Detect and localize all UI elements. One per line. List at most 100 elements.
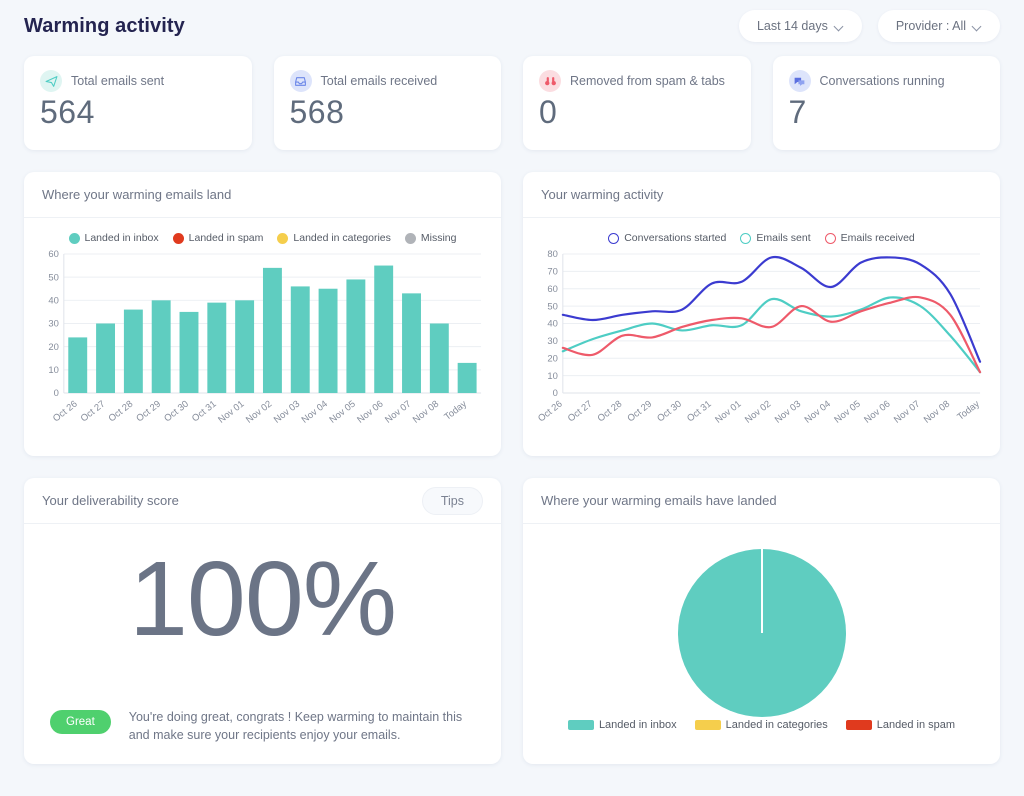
svg-text:60: 60 bbox=[547, 283, 557, 294]
line-chart-svg: 0 10 20 30 40 50 60 70 80 Oct 26 Oct 27 Oct 28 Oct 2… bbox=[537, 248, 982, 425]
legend-item[interactable]: Landed in categories bbox=[694, 719, 828, 731]
bar[interactable] bbox=[429, 323, 449, 394]
svg-text:Oct 26: Oct 26 bbox=[50, 398, 79, 424]
score-body: 100% Great You're doing great, congrats … bbox=[24, 524, 501, 764]
svg-text:Nov 01: Nov 01 bbox=[713, 398, 743, 425]
pie-chart-svg bbox=[677, 549, 846, 717]
svg-text:30: 30 bbox=[48, 318, 58, 329]
tips-button[interactable]: Tips bbox=[421, 486, 483, 515]
panel-warming-activity: Your warming activity Conversations star… bbox=[523, 172, 1000, 456]
bar[interactable] bbox=[96, 323, 116, 394]
bar[interactable] bbox=[318, 288, 338, 394]
pie-chart-legend: Landed in inbox Landed in categories Lande… bbox=[567, 719, 955, 747]
legend-item[interactable]: Missing bbox=[404, 232, 457, 244]
svg-text:20: 20 bbox=[48, 341, 58, 352]
svg-text:Nov 05: Nov 05 bbox=[327, 398, 357, 425]
svg-text:Nov 03: Nov 03 bbox=[772, 398, 802, 425]
chevron-down-icon bbox=[835, 22, 844, 31]
bar[interactable] bbox=[68, 337, 88, 394]
stat-value: 0 bbox=[539, 94, 558, 130]
svg-text:Today: Today bbox=[955, 398, 982, 422]
status-badge: Great bbox=[50, 709, 111, 734]
line-series[interactable] bbox=[561, 295, 982, 374]
score-footer: Great You're doing great, congrats ! Kee… bbox=[24, 708, 501, 764]
legend-item[interactable]: Emails sent bbox=[740, 232, 811, 244]
svg-text:40: 40 bbox=[547, 318, 557, 329]
svg-text:Oct 27: Oct 27 bbox=[78, 398, 107, 424]
stat-head: Total emails sent bbox=[40, 70, 236, 92]
page-title: Warming activity bbox=[24, 14, 185, 37]
legend-item[interactable]: Landed in inbox bbox=[68, 232, 159, 244]
panel-deliverability-score: Your deliverability score Tips 100% Grea… bbox=[24, 478, 501, 764]
charts-row-bottom: Your deliverability score Tips 100% Grea… bbox=[24, 478, 1000, 764]
deliverability-score-value: 100% bbox=[128, 540, 397, 658]
bar-chart-legend: Landed in inbox Landed in spam Landed in c… bbox=[38, 228, 487, 244]
legend-item[interactable]: Emails received bbox=[824, 232, 915, 244]
legend-item[interactable]: Conversations started bbox=[608, 232, 726, 244]
panel-emails-landed: Where your warming emails have landed La… bbox=[523, 478, 1000, 764]
legend-color-ring bbox=[608, 232, 620, 244]
svg-text:Oct 29: Oct 29 bbox=[134, 398, 163, 424]
legend-item[interactable]: Landed in spam bbox=[172, 232, 263, 244]
svg-text:Nov 08: Nov 08 bbox=[410, 398, 440, 425]
bar[interactable] bbox=[123, 309, 143, 394]
legend-item[interactable]: Landed in spam bbox=[845, 719, 955, 731]
chat-bubbles-icon bbox=[788, 70, 811, 92]
legend-label: Landed in categories bbox=[293, 232, 391, 244]
panel-header: Your deliverability score Tips bbox=[24, 478, 501, 524]
header-filters: Last 14 days Provider : All bbox=[738, 10, 1000, 42]
svg-text:40: 40 bbox=[48, 294, 58, 305]
stat-card-conversations-running: Conversations running 7 bbox=[772, 56, 1000, 150]
stat-value: 568 bbox=[289, 94, 345, 130]
bar[interactable] bbox=[290, 286, 310, 394]
legend-color-swatch bbox=[567, 720, 594, 730]
panel-where-emails-land: Where your warming emails land Landed in… bbox=[24, 172, 501, 456]
svg-text:Oct 28: Oct 28 bbox=[106, 398, 135, 424]
svg-text:Nov 07: Nov 07 bbox=[382, 398, 412, 425]
provider-filter[interactable]: Provider : All bbox=[877, 10, 1000, 42]
legend-label: Landed in inbox bbox=[84, 232, 159, 244]
score-message: You're doing great, congrats ! Keep warm… bbox=[128, 709, 463, 742]
svg-text:Oct 31: Oct 31 bbox=[684, 398, 713, 424]
bar[interactable] bbox=[207, 302, 227, 394]
legend-color-dot bbox=[68, 232, 80, 244]
charts-row-top: Where your warming emails land Landed in… bbox=[24, 172, 1000, 456]
line-series[interactable] bbox=[561, 255, 982, 363]
svg-text:Nov 01: Nov 01 bbox=[216, 398, 246, 425]
svg-text:10: 10 bbox=[48, 364, 58, 375]
bar[interactable] bbox=[179, 311, 199, 394]
line-chart-legend: Conversations started Emails sent Emails r… bbox=[537, 228, 986, 244]
bar[interactable] bbox=[151, 300, 171, 394]
bar[interactable] bbox=[402, 293, 421, 394]
date-range-filter[interactable]: Last 14 days bbox=[738, 10, 862, 42]
panel-body: Conversations started Emails sent Emails r… bbox=[523, 218, 1000, 456]
legend-label: Emails received bbox=[840, 232, 915, 244]
svg-text:Nov 03: Nov 03 bbox=[271, 398, 301, 425]
bar[interactable] bbox=[346, 279, 366, 394]
bar[interactable] bbox=[374, 265, 394, 394]
svg-text:Nov 07: Nov 07 bbox=[891, 398, 921, 425]
panel-body: Landed in inbox Landed in spam Landed in c… bbox=[24, 218, 501, 456]
svg-text:Nov 02: Nov 02 bbox=[243, 398, 273, 425]
legend-label: Missing bbox=[420, 232, 457, 244]
chevron-down-icon bbox=[973, 22, 982, 31]
legend-label: Emails sent bbox=[756, 232, 811, 244]
svg-text:50: 50 bbox=[547, 300, 557, 311]
stat-value: 564 bbox=[40, 94, 95, 130]
svg-text:Oct 27: Oct 27 bbox=[565, 398, 594, 424]
legend-item[interactable]: Landed in categories bbox=[277, 232, 391, 244]
stat-cards: Total emails sent 564 Total emails recei… bbox=[24, 56, 1000, 150]
stat-label: Removed from spam & tabs bbox=[570, 74, 725, 88]
bar[interactable] bbox=[235, 300, 255, 394]
panel-title: Your warming activity bbox=[541, 187, 664, 202]
legend-item[interactable]: Landed in inbox bbox=[567, 719, 677, 731]
svg-text:Oct 30: Oct 30 bbox=[162, 398, 191, 424]
legend-color-swatch bbox=[845, 720, 872, 730]
provider-filter-label: Provider : All bbox=[895, 19, 966, 33]
bar[interactable] bbox=[262, 267, 282, 394]
svg-text:50: 50 bbox=[48, 271, 58, 282]
legend-color-dot bbox=[172, 232, 184, 244]
svg-text:20: 20 bbox=[547, 352, 557, 363]
bar[interactable] bbox=[457, 362, 477, 394]
svg-text:Nov 02: Nov 02 bbox=[742, 398, 772, 425]
